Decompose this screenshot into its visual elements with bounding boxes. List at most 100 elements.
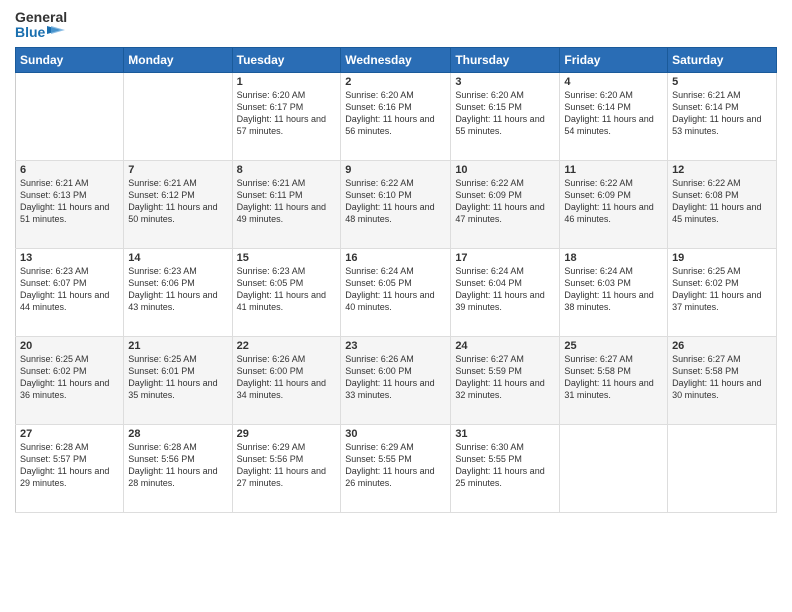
calendar-cell: 20Sunrise: 6:25 AMSunset: 6:02 PMDayligh… xyxy=(16,336,124,424)
header: General Blue xyxy=(15,10,777,41)
weekday-header-sunday: Sunday xyxy=(16,47,124,72)
calendar-week-1: 1Sunrise: 6:20 AMSunset: 6:17 PMDaylight… xyxy=(16,72,777,160)
logo-text: General Blue xyxy=(15,10,67,41)
day-info: Sunrise: 6:24 AMSunset: 6:05 PMDaylight:… xyxy=(345,265,446,314)
day-info: Sunrise: 6:24 AMSunset: 6:04 PMDaylight:… xyxy=(455,265,555,314)
day-number: 18 xyxy=(564,252,663,264)
day-info: Sunrise: 6:28 AMSunset: 5:57 PMDaylight:… xyxy=(20,441,119,490)
calendar-week-4: 20Sunrise: 6:25 AMSunset: 6:02 PMDayligh… xyxy=(16,336,777,424)
day-number: 7 xyxy=(128,164,227,176)
calendar-cell: 15Sunrise: 6:23 AMSunset: 6:05 PMDayligh… xyxy=(232,248,341,336)
day-number: 3 xyxy=(455,76,555,88)
weekday-header-row: SundayMondayTuesdayWednesdayThursdayFrid… xyxy=(16,47,777,72)
day-info: Sunrise: 6:27 AMSunset: 5:59 PMDaylight:… xyxy=(455,353,555,402)
calendar-cell: 28Sunrise: 6:28 AMSunset: 5:56 PMDayligh… xyxy=(124,424,232,512)
day-info: Sunrise: 6:23 AMSunset: 6:07 PMDaylight:… xyxy=(20,265,119,314)
day-number: 31 xyxy=(455,428,555,440)
day-number: 10 xyxy=(455,164,555,176)
weekday-header-saturday: Saturday xyxy=(668,47,777,72)
day-info: Sunrise: 6:22 AMSunset: 6:10 PMDaylight:… xyxy=(345,177,446,226)
day-number: 19 xyxy=(672,252,772,264)
day-info: Sunrise: 6:24 AMSunset: 6:03 PMDaylight:… xyxy=(564,265,663,314)
day-info: Sunrise: 6:25 AMSunset: 6:02 PMDaylight:… xyxy=(672,265,772,314)
day-number: 16 xyxy=(345,252,446,264)
calendar-week-3: 13Sunrise: 6:23 AMSunset: 6:07 PMDayligh… xyxy=(16,248,777,336)
calendar-cell: 9Sunrise: 6:22 AMSunset: 6:10 PMDaylight… xyxy=(341,160,451,248)
calendar-cell: 26Sunrise: 6:27 AMSunset: 5:58 PMDayligh… xyxy=(668,336,777,424)
day-info: Sunrise: 6:22 AMSunset: 6:09 PMDaylight:… xyxy=(455,177,555,226)
calendar-cell: 1Sunrise: 6:20 AMSunset: 6:17 PMDaylight… xyxy=(232,72,341,160)
calendar-cell: 14Sunrise: 6:23 AMSunset: 6:06 PMDayligh… xyxy=(124,248,232,336)
day-number: 25 xyxy=(564,340,663,352)
day-number: 8 xyxy=(237,164,337,176)
day-number: 15 xyxy=(237,252,337,264)
calendar-cell: 23Sunrise: 6:26 AMSunset: 6:00 PMDayligh… xyxy=(341,336,451,424)
calendar-cell: 24Sunrise: 6:27 AMSunset: 5:59 PMDayligh… xyxy=(451,336,560,424)
calendar-week-2: 6Sunrise: 6:21 AMSunset: 6:13 PMDaylight… xyxy=(16,160,777,248)
weekday-header-monday: Monday xyxy=(124,47,232,72)
calendar-cell: 21Sunrise: 6:25 AMSunset: 6:01 PMDayligh… xyxy=(124,336,232,424)
day-info: Sunrise: 6:20 AMSunset: 6:16 PMDaylight:… xyxy=(345,89,446,138)
logo-blue: Blue xyxy=(15,25,65,40)
calendar-cell: 16Sunrise: 6:24 AMSunset: 6:05 PMDayligh… xyxy=(341,248,451,336)
calendar-cell xyxy=(16,72,124,160)
calendar-cell: 8Sunrise: 6:21 AMSunset: 6:11 PMDaylight… xyxy=(232,160,341,248)
day-info: Sunrise: 6:21 AMSunset: 6:11 PMDaylight:… xyxy=(237,177,337,226)
calendar-cell: 5Sunrise: 6:21 AMSunset: 6:14 PMDaylight… xyxy=(668,72,777,160)
calendar-cell: 11Sunrise: 6:22 AMSunset: 6:09 PMDayligh… xyxy=(560,160,668,248)
day-info: Sunrise: 6:27 AMSunset: 5:58 PMDaylight:… xyxy=(564,353,663,402)
calendar-cell: 13Sunrise: 6:23 AMSunset: 6:07 PMDayligh… xyxy=(16,248,124,336)
calendar-cell xyxy=(124,72,232,160)
day-number: 30 xyxy=(345,428,446,440)
day-number: 21 xyxy=(128,340,227,352)
day-info: Sunrise: 6:20 AMSunset: 6:17 PMDaylight:… xyxy=(237,89,337,138)
logo: General Blue xyxy=(15,10,67,41)
day-info: Sunrise: 6:28 AMSunset: 5:56 PMDaylight:… xyxy=(128,441,227,490)
calendar-cell: 7Sunrise: 6:21 AMSunset: 6:12 PMDaylight… xyxy=(124,160,232,248)
day-number: 2 xyxy=(345,76,446,88)
weekday-header-friday: Friday xyxy=(560,47,668,72)
calendar-cell: 30Sunrise: 6:29 AMSunset: 5:55 PMDayligh… xyxy=(341,424,451,512)
page: General Blue SundayMondayTuesdayWednesda… xyxy=(0,0,792,612)
day-number: 22 xyxy=(237,340,337,352)
logo-general: General xyxy=(15,10,67,25)
day-info: Sunrise: 6:30 AMSunset: 5:55 PMDaylight:… xyxy=(455,441,555,490)
day-number: 13 xyxy=(20,252,119,264)
day-info: Sunrise: 6:23 AMSunset: 6:05 PMDaylight:… xyxy=(237,265,337,314)
day-number: 5 xyxy=(672,76,772,88)
calendar-cell: 19Sunrise: 6:25 AMSunset: 6:02 PMDayligh… xyxy=(668,248,777,336)
calendar-cell: 3Sunrise: 6:20 AMSunset: 6:15 PMDaylight… xyxy=(451,72,560,160)
day-number: 23 xyxy=(345,340,446,352)
day-info: Sunrise: 6:21 AMSunset: 6:14 PMDaylight:… xyxy=(672,89,772,138)
day-info: Sunrise: 6:20 AMSunset: 6:14 PMDaylight:… xyxy=(564,89,663,138)
calendar-cell: 12Sunrise: 6:22 AMSunset: 6:08 PMDayligh… xyxy=(668,160,777,248)
weekday-header-wednesday: Wednesday xyxy=(341,47,451,72)
day-info: Sunrise: 6:26 AMSunset: 6:00 PMDaylight:… xyxy=(345,353,446,402)
logo-flag-icon xyxy=(47,26,65,40)
day-number: 24 xyxy=(455,340,555,352)
calendar-cell xyxy=(668,424,777,512)
calendar-cell: 31Sunrise: 6:30 AMSunset: 5:55 PMDayligh… xyxy=(451,424,560,512)
day-info: Sunrise: 6:25 AMSunset: 6:01 PMDaylight:… xyxy=(128,353,227,402)
day-info: Sunrise: 6:27 AMSunset: 5:58 PMDaylight:… xyxy=(672,353,772,402)
day-number: 17 xyxy=(455,252,555,264)
day-info: Sunrise: 6:21 AMSunset: 6:13 PMDaylight:… xyxy=(20,177,119,226)
day-number: 6 xyxy=(20,164,119,176)
calendar-cell: 27Sunrise: 6:28 AMSunset: 5:57 PMDayligh… xyxy=(16,424,124,512)
day-info: Sunrise: 6:29 AMSunset: 5:56 PMDaylight:… xyxy=(237,441,337,490)
weekday-header-tuesday: Tuesday xyxy=(232,47,341,72)
day-info: Sunrise: 6:22 AMSunset: 6:08 PMDaylight:… xyxy=(672,177,772,226)
calendar-cell: 25Sunrise: 6:27 AMSunset: 5:58 PMDayligh… xyxy=(560,336,668,424)
calendar-cell: 18Sunrise: 6:24 AMSunset: 6:03 PMDayligh… xyxy=(560,248,668,336)
day-info: Sunrise: 6:22 AMSunset: 6:09 PMDaylight:… xyxy=(564,177,663,226)
day-info: Sunrise: 6:21 AMSunset: 6:12 PMDaylight:… xyxy=(128,177,227,226)
day-info: Sunrise: 6:29 AMSunset: 5:55 PMDaylight:… xyxy=(345,441,446,490)
day-info: Sunrise: 6:25 AMSunset: 6:02 PMDaylight:… xyxy=(20,353,119,402)
day-number: 26 xyxy=(672,340,772,352)
calendar-cell: 6Sunrise: 6:21 AMSunset: 6:13 PMDaylight… xyxy=(16,160,124,248)
calendar-week-5: 27Sunrise: 6:28 AMSunset: 5:57 PMDayligh… xyxy=(16,424,777,512)
day-number: 1 xyxy=(237,76,337,88)
day-number: 14 xyxy=(128,252,227,264)
day-number: 4 xyxy=(564,76,663,88)
day-number: 11 xyxy=(564,164,663,176)
